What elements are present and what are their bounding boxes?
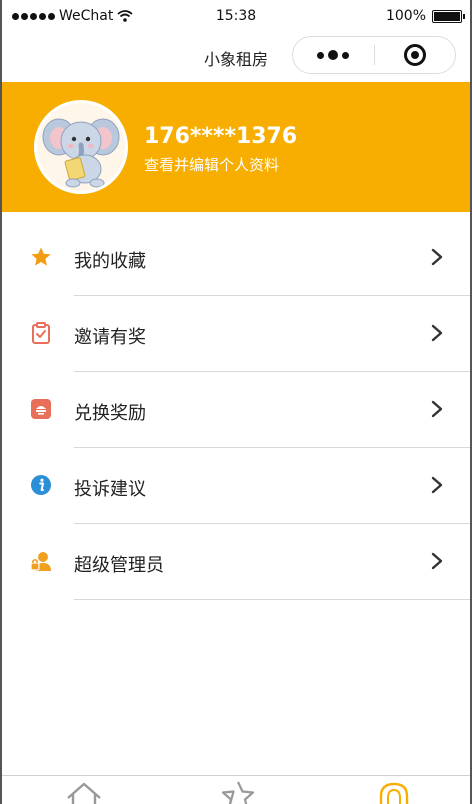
menu-list: 我的收藏 邀请有奖 兑换奖励 投诉建议 超级管理员 [2, 220, 470, 600]
home-icon [67, 782, 101, 804]
tab-bar [2, 775, 470, 804]
tab-favorites[interactable] [218, 780, 258, 804]
user-phone: 176****1376 [144, 124, 298, 149]
target-icon [403, 44, 426, 66]
info-icon [31, 475, 51, 495]
chevron-right-icon [431, 324, 443, 342]
elephant-avatar-icon [42, 118, 120, 188]
menu-item-label: 我的收藏 [74, 251, 146, 272]
app-frame: WeChat 15:38 100% 小象租房 176****1376 查看并编辑… [0, 0, 472, 804]
admin-icon [30, 552, 51, 571]
menu-item-favorites[interactable]: 我的收藏 [2, 220, 470, 296]
chevron-right-icon [431, 248, 443, 266]
close-miniprogram-button[interactable] [375, 44, 456, 66]
chevron-right-icon [431, 400, 443, 418]
menu-item-admin[interactable]: 超级管理员 [2, 524, 470, 600]
tab-profile[interactable] [374, 780, 414, 804]
star-outline-icon [221, 781, 255, 804]
menu-item-label: 邀请有奖 [74, 327, 146, 348]
gift-icon [31, 399, 51, 419]
avatar[interactable] [34, 100, 128, 194]
menu-item-feedback[interactable]: 投诉建议 [2, 448, 470, 524]
clipboard-icon [32, 322, 50, 344]
menu-item-label: 超级管理员 [74, 555, 164, 576]
divider [74, 599, 470, 600]
battery-percent: 100% [385, 8, 426, 24]
status-right: 100% [385, 8, 465, 24]
more-button[interactable] [293, 50, 374, 60]
status-bar: WeChat 15:38 100% [2, 0, 470, 34]
user-icon [379, 782, 409, 804]
menu-item-label: 兑换奖励 [74, 403, 146, 424]
menu-item-invite[interactable]: 邀请有奖 [2, 296, 470, 372]
chevron-right-icon [431, 552, 443, 570]
battery-icon [432, 9, 465, 23]
star-icon [31, 247, 51, 266]
miniprogram-capsule [292, 36, 456, 74]
menu-item-label: 投诉建议 [74, 479, 146, 500]
chevron-right-icon [431, 476, 443, 494]
menu-item-redeem[interactable]: 兑换奖励 [2, 372, 470, 448]
nav-bar: 小象租房 [2, 34, 470, 80]
tab-home[interactable] [64, 780, 104, 804]
profile-header[interactable]: 176****1376 查看并编辑个人资料 [2, 82, 470, 212]
edit-profile-link[interactable]: 查看并编辑个人资料 [144, 154, 279, 175]
